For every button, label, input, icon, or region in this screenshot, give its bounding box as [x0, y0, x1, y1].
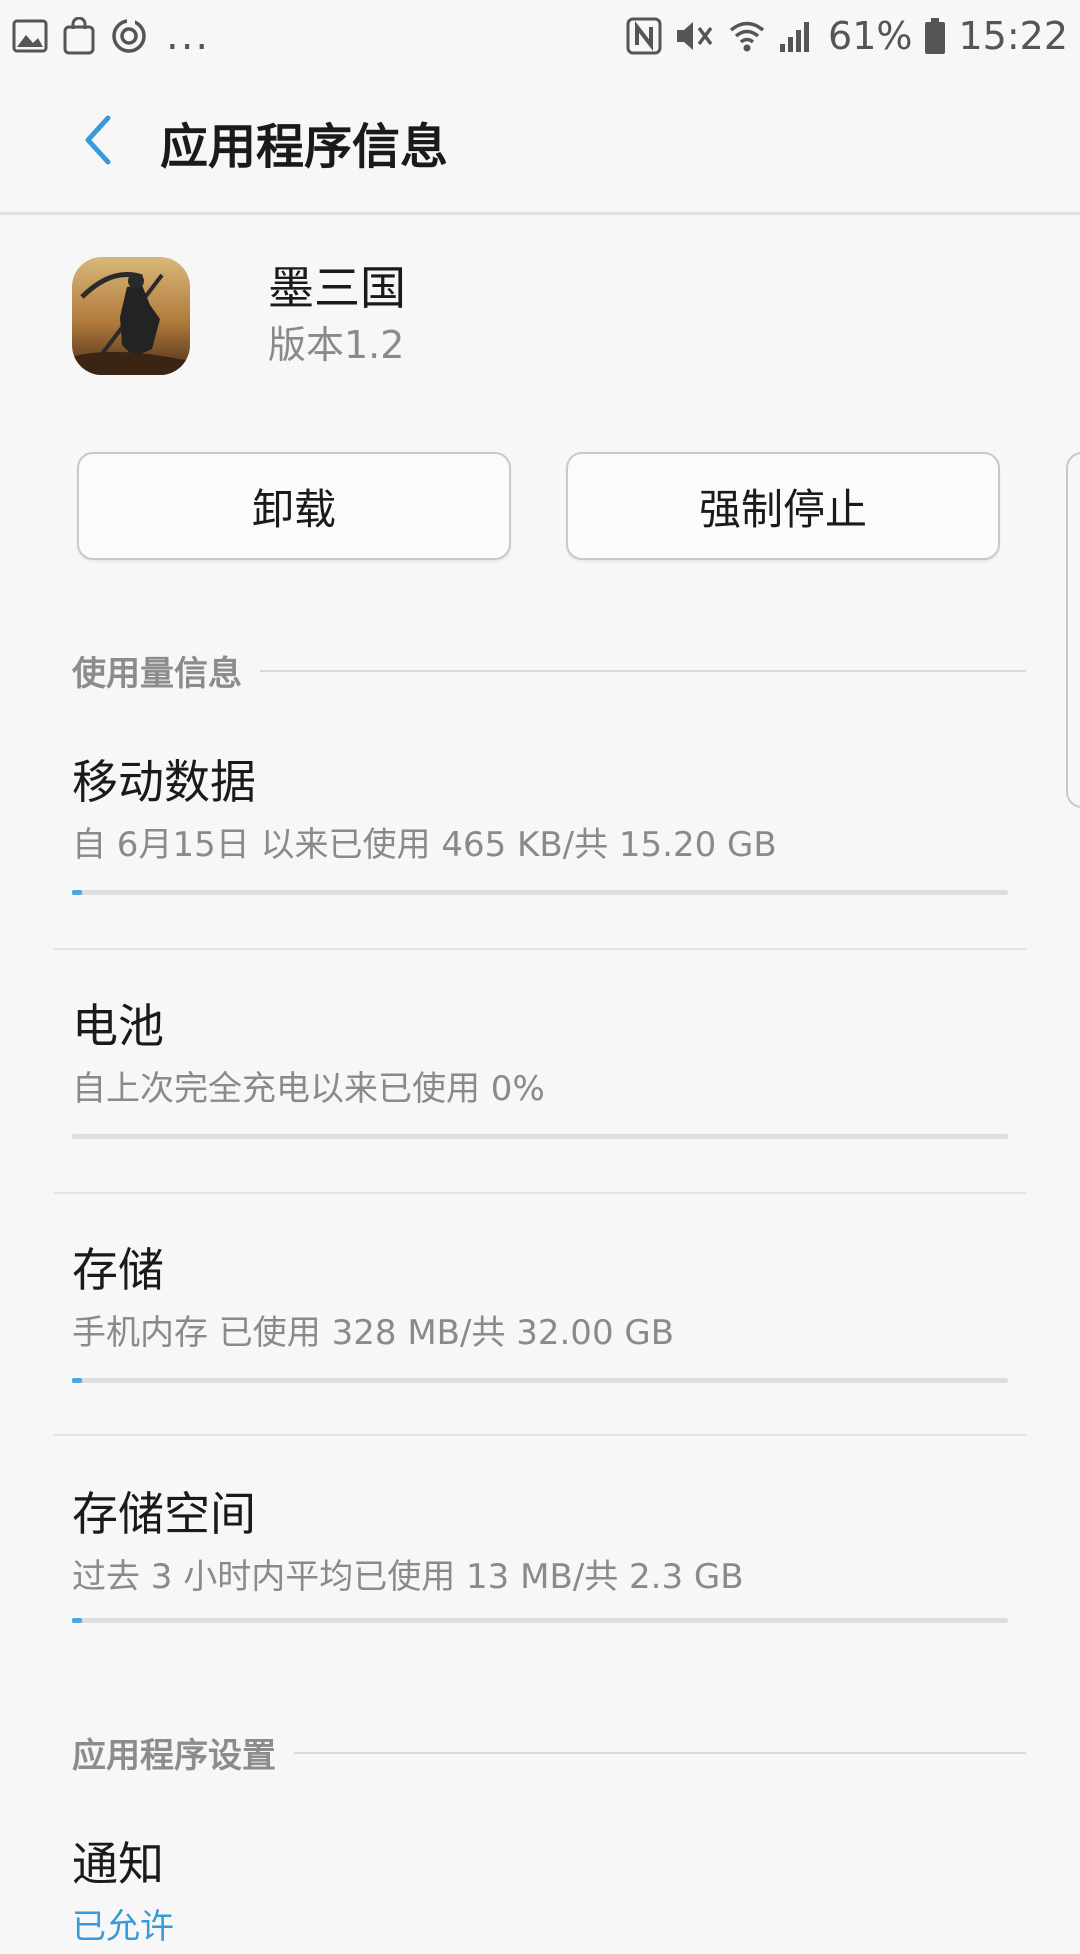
mute-icon — [674, 17, 716, 55]
page-title: 应用程序信息 — [160, 119, 449, 175]
section-app-settings: 应用程序设置 — [72, 1728, 1026, 1777]
list-item-notifications[interactable]: 通知 已允许 — [72, 1834, 1008, 1954]
nfc-icon — [626, 17, 662, 55]
item-subtitle: 已允许 — [72, 1907, 174, 1947]
divider — [54, 948, 1026, 950]
app-texts: 墨三国 版本1.2 — [268, 259, 406, 373]
divider — [54, 1434, 1026, 1436]
chevron-left-icon — [78, 112, 118, 172]
app-icon — [72, 257, 190, 375]
app-info: 墨三国 版本1.2 — [72, 256, 972, 376]
app-bar: 应用程序信息 — [0, 72, 1080, 212]
status-bar: ... 61% 15:22 — [0, 0, 1080, 72]
force-stop-button[interactable]: 强制停止 — [566, 452, 1000, 560]
section-usage-info: 使用量信息 — [72, 646, 1026, 695]
signal-icon — [778, 18, 816, 54]
gallery-icon — [12, 19, 48, 53]
battery-percent: 61% — [828, 14, 913, 58]
section-line — [260, 669, 1026, 672]
list-item-memory[interactable]: 存储空间 过去 3 小时内平均已使用 13 MB/共 2.3 GB — [72, 1484, 1008, 1634]
usage-bar — [72, 1134, 1008, 1139]
app-version: 版本1.2 — [268, 323, 405, 367]
list-item-battery[interactable]: 电池 自上次完全充电以来已使用 0% — [72, 996, 1008, 1146]
usage-bar — [72, 890, 1008, 895]
item-title: 通知 — [72, 1837, 164, 1891]
status-bar-left: ... — [12, 13, 210, 59]
item-title: 存储 — [72, 1243, 164, 1297]
battery-icon — [924, 17, 946, 55]
sync-icon — [110, 17, 148, 55]
usage-bar — [72, 1378, 1008, 1383]
item-title: 存储空间 — [72, 1487, 256, 1541]
usage-bar-fill — [72, 1378, 82, 1383]
uninstall-button[interactable]: 卸载 — [77, 452, 511, 560]
list-item-mobile-data[interactable]: 移动数据 自 6月15日 以来已使用 465 KB/共 15.20 GB — [72, 752, 1008, 902]
section-label: 使用量信息 — [72, 654, 242, 694]
divider — [54, 1192, 1026, 1194]
list-item-storage[interactable]: 存储 手机内存 已使用 328 MB/共 32.00 GB — [72, 1240, 1008, 1390]
section-label: 应用程序设置 — [72, 1736, 276, 1776]
back-button[interactable] — [56, 100, 140, 184]
item-title: 电池 — [72, 999, 164, 1053]
usage-bar — [72, 1618, 1008, 1623]
clock: 15:22 — [958, 14, 1068, 58]
usage-bar-fill — [72, 890, 82, 895]
item-title: 移动数据 — [72, 755, 256, 809]
usage-bar-fill — [72, 1618, 82, 1623]
section-line — [294, 1751, 1026, 1754]
item-subtitle: 手机内存 已使用 328 MB/共 32.00 GB — [72, 1313, 675, 1353]
item-subtitle: 过去 3 小时内平均已使用 13 MB/共 2.3 GB — [72, 1557, 744, 1597]
app-name: 墨三国 — [268, 261, 406, 315]
shopping-bag-icon — [62, 17, 96, 55]
item-subtitle: 自 6月15日 以来已使用 465 KB/共 15.20 GB — [72, 825, 777, 865]
header-divider — [0, 212, 1080, 215]
status-overflow: ... — [166, 13, 211, 59]
item-subtitle: 自上次完全充电以来已使用 0% — [72, 1069, 545, 1109]
partial-button-edge[interactable] — [1066, 452, 1080, 808]
status-bar-right: 61% 15:22 — [626, 14, 1068, 58]
wifi-icon — [728, 17, 766, 55]
